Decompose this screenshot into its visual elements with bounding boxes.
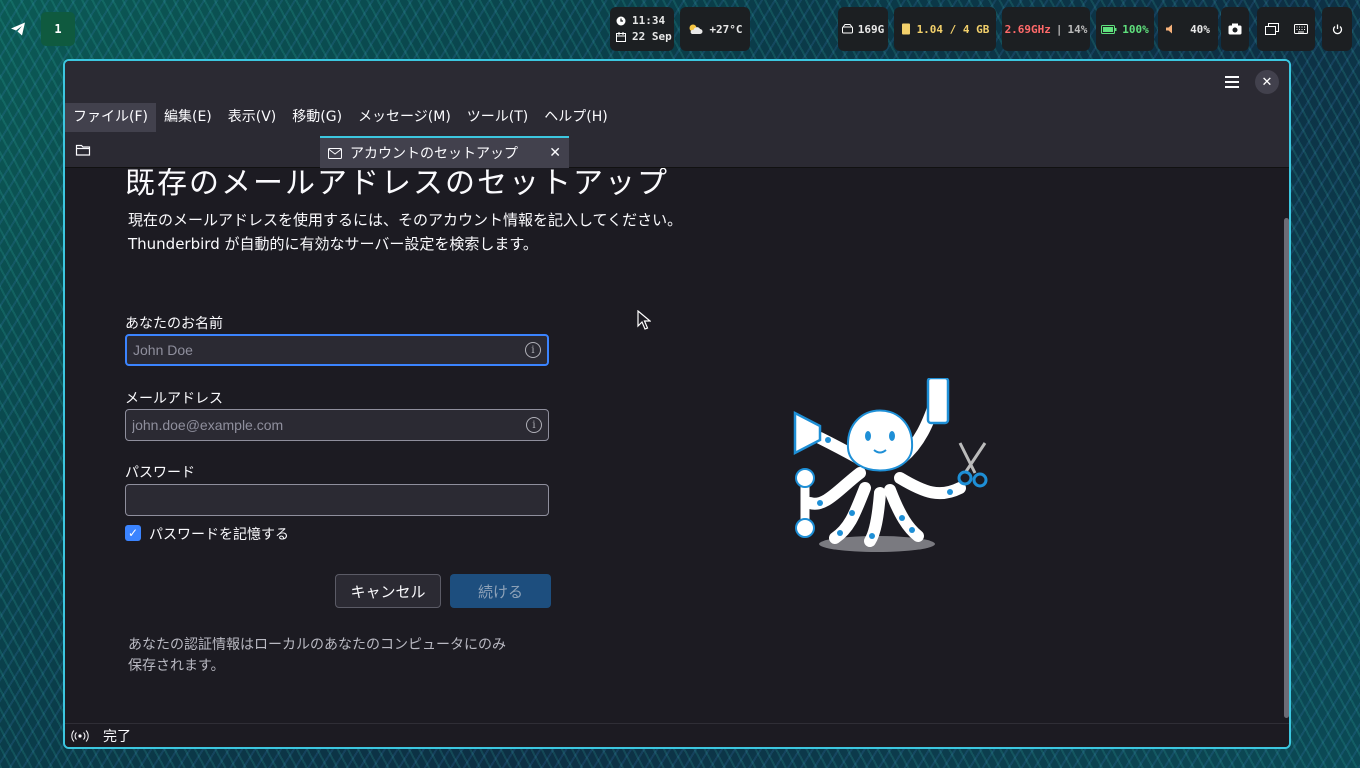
menu-tools[interactable]: ツール(T) <box>459 103 536 132</box>
tab-title: アカウントのセットアップ <box>350 146 518 162</box>
thunderbird-window: ✕ ファイル(F) 編集(E) 表示(V) 移動(G) メッセージ(M) ツール… <box>63 59 1291 749</box>
cpu-frequency: 2.69GHz <box>1004 22 1051 36</box>
telegram-icon[interactable] <box>0 11 36 47</box>
battery-icon <box>1101 24 1117 34</box>
battery-widget: 100% <box>1096 7 1154 51</box>
name-input[interactable] <box>133 342 525 358</box>
description-line-1: 現在のメールアドレスを使用するには、そのアカウント情報を記入してください。 <box>128 211 683 229</box>
cpu-separator: | <box>1055 22 1063 36</box>
setup-description: 現在のメールアドレスを使用するには、そのアカウント情報を記入してください。 Th… <box>128 208 682 256</box>
battery-level: 100% <box>1122 22 1149 36</box>
volume-widget[interactable]: 40% <box>1158 7 1218 51</box>
online-status-icon[interactable] <box>71 729 89 742</box>
email-label: メールアドレス <box>125 391 223 407</box>
clock-widget[interactable]: 11:34 22 Sep <box>610 7 674 51</box>
note-line-1: あなたの認証情報はローカルのあなたのコンピュータにのみ <box>128 637 506 653</box>
name-label: あなたのお名前 <box>125 316 223 332</box>
info-icon[interactable]: i <box>526 417 542 433</box>
weather-widget[interactable]: +27°C <box>680 7 750 51</box>
calendar-icon <box>616 32 626 42</box>
disk-usage: 169G <box>857 22 885 36</box>
windows-widget[interactable] <box>1257 7 1315 51</box>
power-icon <box>1332 24 1343 35</box>
scrollbar[interactable] <box>1284 218 1289 718</box>
disk-icon <box>841 24 853 34</box>
menu-bar: ファイル(F) 編集(E) 表示(V) 移動(G) メッセージ(M) ツール(T… <box>65 103 1289 132</box>
name-field[interactable]: i <box>125 334 549 366</box>
memory-usage: 1.04 / 4 GB <box>916 22 990 36</box>
window-close-button[interactable]: ✕ <box>1255 70 1279 94</box>
email-input[interactable] <box>132 417 526 433</box>
continue-button[interactable]: 続ける <box>450 574 551 608</box>
account-setup-content: 既存のメールアドレスのセットアップ 現在のメールアドレスを使用するには、そのアカ… <box>65 168 1289 725</box>
memory-chip-icon <box>901 23 911 35</box>
email-field[interactable]: i <box>125 409 549 441</box>
status-text: 完了 <box>103 728 131 745</box>
tab-account-setup[interactable]: アカウントのセットアップ ✕ <box>320 136 569 168</box>
remember-password-checkbox[interactable]: ✓ <box>125 525 141 541</box>
hamburger-menu-icon[interactable] <box>1225 76 1239 88</box>
menu-edit[interactable]: 編集(E) <box>156 103 220 132</box>
tab-bar: アカウントのセットアップ ✕ <box>65 132 1289 168</box>
note-line-2: 保存されます。 <box>128 658 225 674</box>
volume-level: 40% <box>1190 22 1210 36</box>
power-widget[interactable] <box>1322 7 1352 51</box>
password-field[interactable] <box>125 484 549 516</box>
tab-close-icon[interactable]: ✕ <box>549 145 561 161</box>
menu-help[interactable]: ヘルプ(H) <box>536 103 615 132</box>
keyboard-icon <box>1293 24 1308 34</box>
clock-time: 11:34 <box>632 14 666 27</box>
memory-widget: 1.04 / 4 GB <box>894 7 996 51</box>
menu-file[interactable]: ファイル(F) <box>65 103 156 132</box>
folder-icon[interactable] <box>75 142 91 158</box>
description-line-2: Thunderbird が自動的に有効なサーバー設定を検索します。 <box>128 235 538 253</box>
menu-message[interactable]: メッセージ(M) <box>350 103 459 132</box>
weather-cloud-sun-icon <box>687 23 703 35</box>
cpu-widget: 2.69GHz | 14% <box>1002 7 1090 51</box>
cpu-usage: 14% <box>1067 22 1088 36</box>
octopus-mascot-illustration <box>793 378 988 552</box>
workspace-badge[interactable]: 1 <box>41 12 75 46</box>
info-icon[interactable]: i <box>525 342 541 358</box>
window-switcher-icon <box>1264 23 1279 35</box>
menu-go[interactable]: 移動(G) <box>284 103 350 132</box>
page-title: 既存のメールアドレスのセットアップ <box>125 168 669 201</box>
launcher-panel: 1 <box>0 7 84 51</box>
weather-temp: +27°C <box>709 22 743 36</box>
menu-view[interactable]: 表示(V) <box>220 103 285 132</box>
disk-widget: 169G <box>838 7 888 51</box>
envelope-icon <box>328 147 342 159</box>
remember-password-label[interactable]: パスワードを記憶する <box>149 524 289 544</box>
camera-icon <box>1228 23 1242 35</box>
password-label: パスワード <box>125 465 195 481</box>
mouse-cursor-icon <box>637 310 651 330</box>
credentials-note: あなたの認証情報はローカルのあなたのコンピュータにのみ 保存されます。 <box>128 635 506 677</box>
speaker-icon <box>1166 24 1176 34</box>
clock-date: 22 Sep <box>632 30 672 43</box>
cancel-button[interactable]: キャンセル <box>335 574 441 608</box>
clock-icon <box>616 16 626 26</box>
screenshot-widget[interactable] <box>1221 7 1249 51</box>
status-bar: 完了 <box>65 723 1289 747</box>
password-input[interactable] <box>132 492 542 508</box>
title-bar: ✕ <box>65 61 1289 103</box>
